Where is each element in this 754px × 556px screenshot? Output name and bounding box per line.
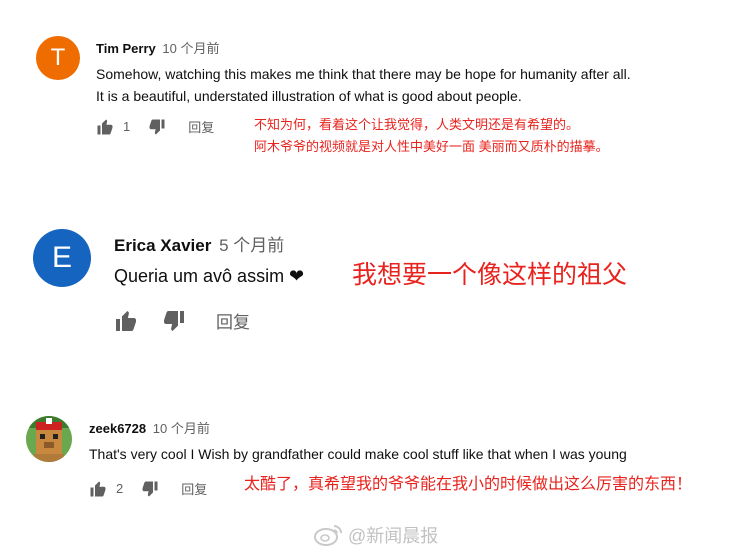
reply-button[interactable]: 回复 <box>188 117 214 136</box>
avatar-letter: T <box>50 44 66 71</box>
thumbs-down-icon[interactable] <box>141 480 159 498</box>
comment-author[interactable]: zeek6728 <box>89 421 146 436</box>
comment-author[interactable]: Erica Xavier <box>114 236 211 255</box>
translation-text: 我想要一个像这样的祖父 <box>352 261 628 289</box>
reply-button[interactable]: 回复 <box>216 308 250 333</box>
thumbs-up-icon[interactable] <box>114 309 138 333</box>
comment-author[interactable]: Tim Perry <box>96 41 156 56</box>
comment-time[interactable]: 10 个月前 <box>162 41 219 56</box>
comment-header: Tim Perry 10 个月前 <box>96 38 219 57</box>
weibo-logo-icon <box>314 523 344 547</box>
translation-text: 太酷了，真希望我的爷爷能在我小的时候做出这么厉害的东西！ <box>244 476 693 493</box>
avatar[interactable]: T <box>36 36 80 80</box>
comment-text-line: It is a beautiful, understated illustrat… <box>96 88 522 104</box>
comment-text: Queria um avô assim ❤ <box>114 266 305 286</box>
reply-button[interactable]: 回复 <box>181 479 207 498</box>
comment-actions: 2 回复 <box>89 479 207 498</box>
like-count: 2 <box>116 481 124 496</box>
watermark: @新闻晨报 <box>314 522 438 548</box>
avatar[interactable] <box>26 416 72 462</box>
thumbs-down-icon[interactable] <box>162 309 186 333</box>
thumbs-up-icon[interactable] <box>89 480 107 498</box>
minecraft-avatar-icon <box>26 416 72 462</box>
comment-time[interactable]: 5 个月前 <box>219 236 284 255</box>
comment-header: Erica Xavier 5 个月前 <box>114 231 284 256</box>
comment-header: zeek6728 10 个月前 <box>89 418 210 437</box>
translation-line: 不知为何，看着这个让我觉得，人类文明还是有希望的。 <box>254 117 580 132</box>
comment-actions: 回复 <box>114 308 250 333</box>
thumbs-up-icon[interactable] <box>96 118 114 136</box>
translation-text: 不知为何，看着这个让我觉得，人类文明还是有希望的。 阿木爷爷的视频就是对人性中美… <box>254 114 609 158</box>
translation-line: 阿木爷爷的视频就是对人性中美好一面 美丽而又质朴的描摹。 <box>254 139 609 154</box>
comment-text: Somehow, watching this makes me think th… <box>96 63 631 107</box>
watermark-text: @新闻晨报 <box>348 526 439 546</box>
avatar[interactable]: E <box>33 229 91 287</box>
comment-text: That's very cool I Wish by grandfather c… <box>89 446 627 462</box>
like-count: 1 <box>123 119 131 134</box>
comment-actions: 1 回复 <box>96 117 214 136</box>
comment-text-line: Somehow, watching this makes me think th… <box>96 66 631 82</box>
avatar-letter: E <box>51 241 72 274</box>
thumbs-down-icon[interactable] <box>148 118 166 136</box>
comment-time[interactable]: 10 个月前 <box>153 421 210 436</box>
